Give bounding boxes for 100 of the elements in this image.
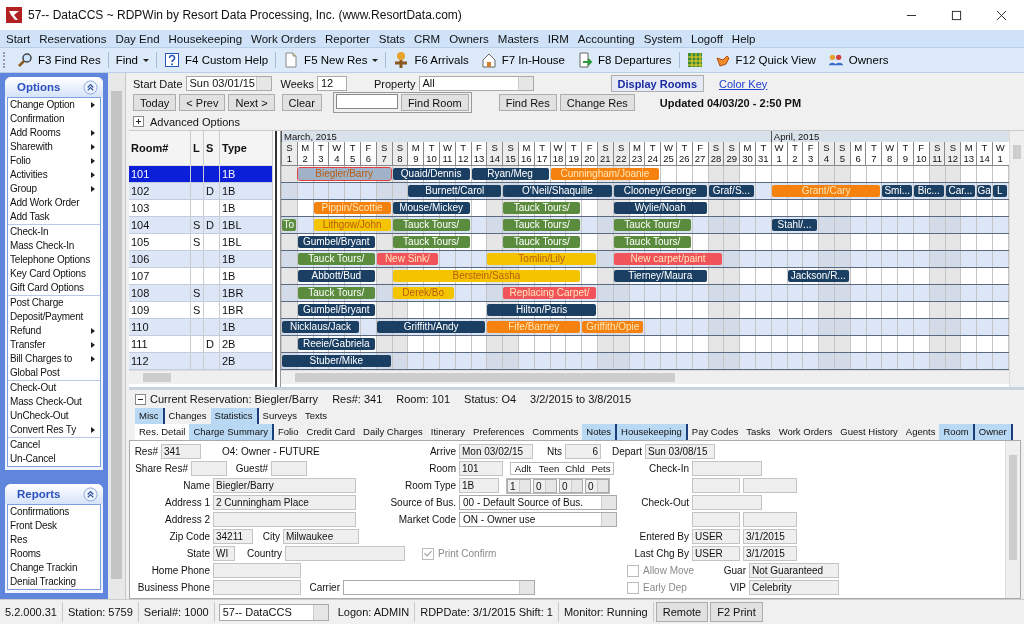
change-res-button[interactable]: Change Res (559, 94, 635, 111)
carrier-dropdown[interactable] (343, 580, 535, 595)
zip-code-field[interactable]: 34211 (213, 529, 253, 544)
check-out-date-field[interactable] (692, 512, 740, 527)
reservation-bar[interactable]: Gumbel/Bryant (297, 304, 375, 316)
reservation-bar[interactable]: Ga (977, 185, 991, 197)
tab[interactable]: Itinerary (426, 424, 470, 440)
reservation-bar[interactable]: Tauck Tours/ (297, 253, 375, 265)
room-row[interactable]: 101 1B (129, 166, 273, 183)
reservation-bar[interactable]: Reeie/Gabriela (297, 338, 375, 350)
reservation-bar[interactable]: Bic... (914, 185, 944, 197)
reservation-bar[interactable]: Tierney/Maura (613, 270, 707, 282)
sidebar-item[interactable]: Sharewith (10, 140, 53, 154)
sidebar-item[interactable]: Confirmation (10, 112, 65, 126)
sidebar-item[interactable]: Confirmations (8, 505, 100, 519)
room-row[interactable]: 111 D 2B (129, 336, 273, 353)
room-row[interactable]: 104 S D 1BL (129, 217, 273, 234)
tab[interactable]: Room (939, 424, 975, 440)
reservation-bar[interactable]: Tauck Tours/ (503, 202, 581, 214)
tab[interactable]: Misc (135, 408, 165, 424)
reservation-bar[interactable]: Tauck Tours/ (503, 236, 581, 248)
display-rooms-button[interactable]: Display Rooms (610, 75, 704, 92)
check-out-field[interactable] (692, 495, 762, 510)
reservation-bar[interactable]: Ryan/Meg (471, 168, 549, 180)
reservation-bar[interactable]: Burnett/Carol (408, 185, 502, 197)
reservation-bar[interactable]: Tauck Tours/ (392, 236, 470, 248)
menu-item[interactable]: Logoff (687, 32, 728, 45)
panel-header[interactable]: Options (5, 77, 103, 97)
menu-item[interactable]: Accounting (573, 32, 640, 45)
country-field[interactable] (285, 546, 405, 561)
sidebar-item[interactable]: Un-Cancel (10, 452, 56, 466)
room-row[interactable]: 109 S 1BR (129, 302, 273, 319)
start-date-dropdown[interactable]: Sun 03/01/15 (185, 76, 272, 91)
toolbar-button[interactable]: Find (109, 49, 155, 71)
reservation-bar[interactable]: Car... (945, 185, 976, 197)
arrive-field[interactable]: Mon 03/02/15 (459, 444, 533, 459)
reservation-bar[interactable]: Tauck Tours/ (613, 236, 691, 248)
vip-field[interactable]: Celebrity (749, 580, 839, 595)
user-field[interactable]: USER (692, 546, 740, 561)
sidebar-item[interactable]: Folio (10, 154, 31, 168)
reservation-bar[interactable]: Nicklaus/Jack (282, 321, 359, 333)
tab[interactable]: Surveys (258, 408, 301, 424)
status-button[interactable]: Remote (655, 602, 709, 622)
toolbar-button[interactable]: F7 In-House (474, 49, 571, 71)
sidebar-item[interactable]: Bill Charges to (10, 352, 73, 366)
room-row[interactable]: 102 D 1B (129, 183, 273, 200)
nav-button[interactable]: < Prev (179, 94, 226, 111)
vertical-scrollbar[interactable] (1005, 441, 1020, 598)
vertical-scrollbar[interactable] (1009, 131, 1024, 387)
sidebar-item[interactable]: Check-Out (10, 381, 56, 395)
reservation-bar[interactable]: Quaid/Dennis (392, 168, 470, 180)
reservation-bar[interactable]: Tauck Tours/ (503, 219, 581, 231)
check-in-date-field[interactable] (692, 478, 740, 493)
sidebar-item[interactable]: Key Card Options (10, 267, 86, 281)
column-header[interactable]: L (191, 131, 204, 165)
occupancy-dropdown[interactable]: 0 (559, 478, 583, 493)
depart-field[interactable]: Sun 03/08/15 (645, 444, 715, 459)
reservation-bar[interactable]: O'Neil/Shaquille (503, 185, 612, 197)
sidebar-item[interactable]: Activities (10, 168, 48, 182)
sidebar-item[interactable]: Denial Tracking (8, 575, 100, 589)
check-in-time-field[interactable] (743, 478, 797, 493)
allow-move-checkbox[interactable]: Allow Move (627, 564, 713, 577)
reservation-bar[interactable]: Hilton/Paris (487, 304, 596, 316)
tab[interactable]: Daily Charges (359, 424, 427, 440)
room-row[interactable]: 105 S 1BL (129, 234, 273, 251)
nights-field[interactable]: 6 (565, 444, 601, 459)
reservation-bar[interactable]: Stuber/Mike (282, 355, 391, 367)
room-type-field[interactable]: 1B (459, 478, 499, 493)
column-header[interactable]: Room# (129, 131, 191, 165)
home-phone-field[interactable] (213, 563, 301, 578)
nav-button[interactable]: Today (133, 94, 177, 111)
guest-field[interactable] (271, 461, 307, 476)
tab[interactable]: Texts (300, 408, 332, 424)
menu-item[interactable]: Reservations (35, 32, 112, 45)
reservation-bar[interactable]: Wylie/Noah (613, 202, 707, 214)
address-field[interactable] (213, 512, 356, 527)
room-row[interactable]: 112 2B (129, 353, 273, 370)
menu-item[interactable]: Masters (493, 32, 544, 45)
clear-button[interactable]: Clear (281, 94, 322, 111)
guarantee-field[interactable]: Not Guaranteed (749, 563, 839, 578)
reservation-bar[interactable]: L (993, 185, 1007, 197)
toolbar-button[interactable]: F5 New Res (277, 49, 385, 71)
sidebar-item[interactable]: Deposit/Payment (10, 310, 84, 324)
property-dropdown[interactable]: All (418, 76, 534, 91)
user-field[interactable]: USER (692, 529, 740, 544)
sidebar-item[interactable]: Res (8, 533, 100, 547)
room-row[interactable]: 106 1B (129, 251, 273, 268)
sidebar-item[interactable]: Add Work Order (10, 196, 80, 210)
menu-item[interactable]: CRM (410, 32, 446, 45)
toolbar-button[interactable]: Owners (821, 49, 895, 71)
sidebar-item[interactable]: Rooms (8, 547, 100, 561)
room-row[interactable]: 107 1B (129, 268, 273, 285)
database-dropdown[interactable]: 57-- DataCCS (218, 603, 329, 621)
menu-item[interactable]: Help (727, 32, 761, 45)
tab[interactable]: Notes (582, 424, 618, 440)
sidebar-item[interactable]: Change Trackin (8, 561, 100, 575)
reservation-bar[interactable]: Griffith/Andy (376, 321, 486, 333)
tab[interactable]: Charge Summary (189, 424, 274, 440)
column-header[interactable]: Type (220, 131, 273, 165)
reservation-bar[interactable]: Tauck Tours/ (392, 219, 470, 231)
